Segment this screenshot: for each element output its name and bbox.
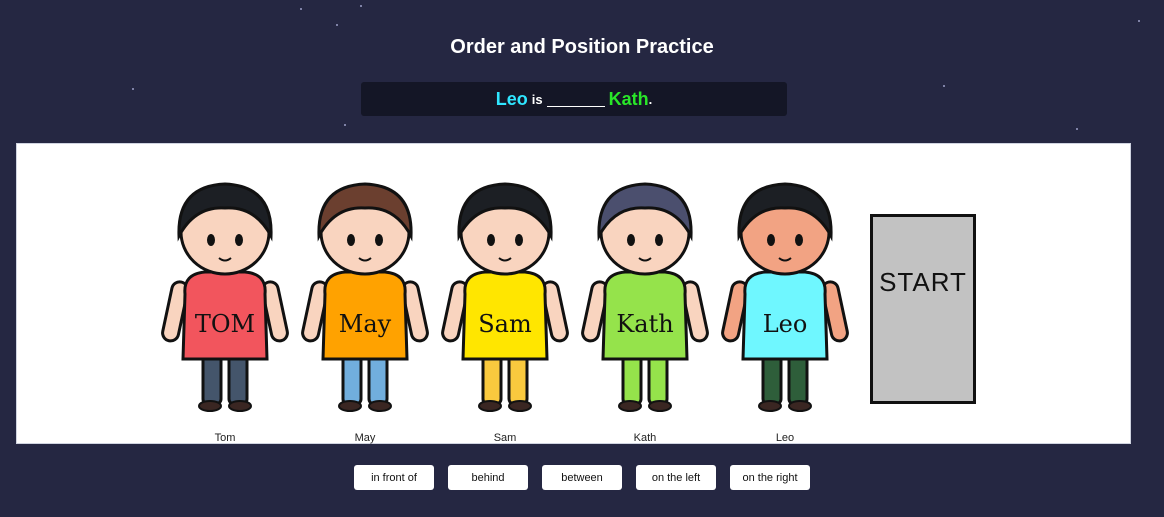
- character-label-leo: Leo: [775, 432, 795, 444]
- choice-in-front-of-button[interactable]: in front of: [354, 465, 434, 490]
- character-label-tom: Tom: [214, 432, 236, 444]
- shirt-text-leo: Leo: [763, 310, 808, 338]
- question-end: .: [648, 91, 653, 107]
- character-sam: Sam: [441, 182, 569, 412]
- star-decoration: [1138, 20, 1140, 22]
- star-decoration: [300, 8, 302, 10]
- character-kath: Kath: [581, 182, 709, 412]
- shirt-text-kath: Kath: [616, 310, 673, 338]
- answer-blank: [546, 92, 605, 107]
- character-label-sam: Sam: [493, 432, 517, 444]
- characters-scene: TOM May Sam Kath Leo Tom May Sam Kath Leo START: [16, 143, 1131, 444]
- character-leo: Leo: [721, 182, 849, 412]
- character-tom: TOM: [161, 182, 289, 412]
- character-may: May: [301, 182, 429, 412]
- shirt-text-tom: TOM: [195, 310, 255, 338]
- answer-choices: in front of behind between on the left o…: [0, 465, 1164, 490]
- page-title: Order and Position Practice: [450, 36, 714, 58]
- choice-behind-button[interactable]: behind: [448, 465, 528, 490]
- star-decoration: [1076, 128, 1078, 130]
- star-decoration: [943, 85, 945, 87]
- character-label-kath: Kath: [633, 432, 657, 444]
- question-prompt: Leo is Kath .: [361, 82, 787, 116]
- choice-on-the-right-button[interactable]: on the right: [730, 465, 810, 490]
- shirt-text-may: May: [339, 310, 392, 338]
- question-object: Kath: [608, 88, 649, 109]
- star-decoration: [344, 124, 346, 126]
- choice-on-the-left-button[interactable]: on the left: [636, 465, 716, 490]
- star-decoration: [132, 88, 134, 90]
- game-stage: Order and Position Practice Leo is Kath …: [0, 0, 1164, 517]
- character-label-may: May: [354, 432, 376, 444]
- choice-between-button[interactable]: between: [542, 465, 622, 490]
- star-decoration: [360, 5, 362, 7]
- question-subject: Leo: [495, 88, 528, 109]
- star-decoration: [336, 24, 338, 26]
- start-label: START: [879, 267, 967, 297]
- shirt-text-sam: Sam: [478, 310, 532, 338]
- question-verb: is: [531, 91, 543, 107]
- start-door: START: [870, 214, 976, 404]
